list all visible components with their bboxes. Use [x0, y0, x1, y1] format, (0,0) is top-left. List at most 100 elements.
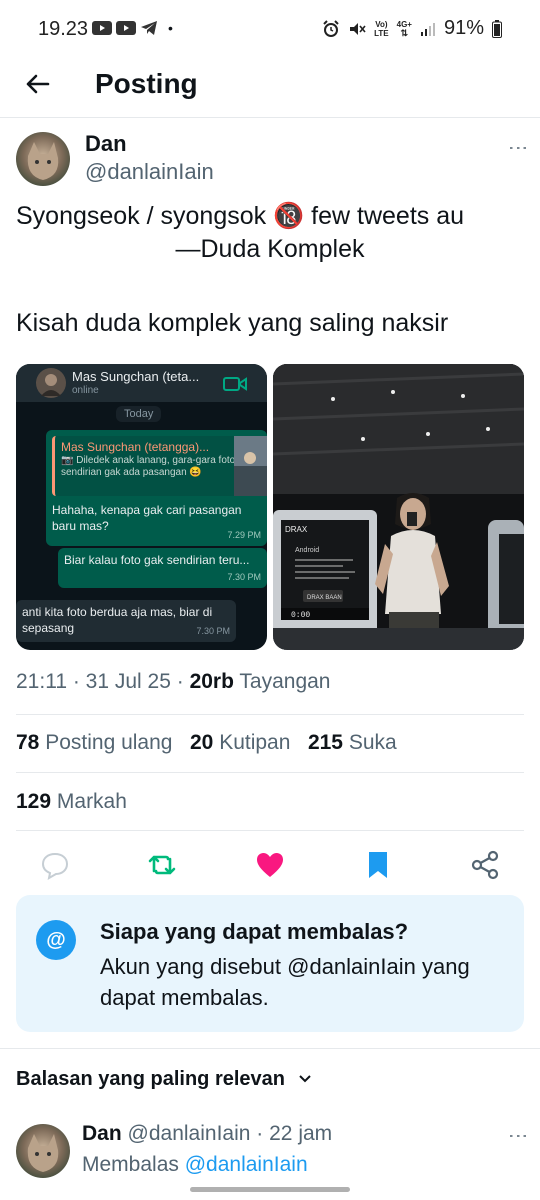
status-dot: • [168, 20, 173, 36]
chat-message-2: Biar kalau foto gak sendirian teru... [64, 553, 250, 567]
chat-message-3-time: 7.30 PM [196, 626, 230, 636]
alarm-icon [323, 19, 339, 37]
battery-level: 91% [443, 17, 484, 39]
post-text-line-1: Syongseok / syongsok 🔞 few tweets au [16, 202, 465, 230]
quoted-sender: Mas Sungchan (tetangga)... [61, 440, 210, 454]
chevron-down-icon [298, 1075, 311, 1083]
chat-message-1-time: 7.29 PM [227, 530, 261, 540]
youtube-icon [116, 21, 136, 35]
quotes-stat[interactable]: 20 Kutipan [190, 731, 290, 754]
who-can-reply-title: Siapa yang dapat membalas? [100, 919, 409, 944]
chat-message-3: anti kita foto berdua aja mas, biar di s… [22, 605, 213, 635]
reposts-label: Posting ulang [45, 731, 173, 754]
heart-icon[interactable] [254, 849, 286, 881]
bookmarks-count: 129 [16, 790, 52, 813]
views-label: Tayangan [239, 670, 331, 693]
post-meta: 21:11 · 31 Jul 25 · 20rb Tayangan [16, 670, 331, 693]
status-time: 19.23 [38, 18, 89, 40]
reply-author-handle[interactable]: @danlainIain [128, 1122, 251, 1145]
signal-icon [420, 22, 435, 36]
post-text-line-3: Kisah duda komplek yang saling naksir [16, 309, 449, 337]
reply-age: 22 jam [269, 1122, 333, 1145]
divider [16, 772, 524, 773]
engagement-stats: 78 Posting ulang 20 Kutipan 215 Suka [16, 731, 397, 755]
bookmarks-label: Markah [56, 790, 127, 813]
status-bar: 19.23 • Vo) LTE 4G+ ⇅ 91% [0, 0, 540, 60]
reply-more-options-icon[interactable]: ⋮ [506, 1126, 530, 1144]
contact-avatar [36, 368, 66, 398]
divider [16, 714, 524, 715]
mute-icon [350, 22, 366, 35]
back-arrow-icon[interactable] [22, 68, 54, 100]
likes-label: Suka [348, 731, 397, 754]
reply-header: Dan @danlainIain · 22 jam [82, 1122, 332, 1146]
replies-sort-label: Balasan yang paling relevan [16, 1068, 285, 1090]
author-name[interactable]: Dan [85, 131, 127, 157]
system-status: Vo) LTE 4G+ ⇅ 91% [322, 17, 502, 40]
post-date: 31 Jul 25 [85, 670, 171, 693]
author-avatar[interactable] [16, 132, 70, 186]
reposts-count: 78 [16, 731, 40, 754]
likes-count: 215 [307, 731, 343, 754]
reply-avatar[interactable] [16, 1124, 70, 1178]
replying-prefix: Membalas [82, 1153, 179, 1176]
reposts-stat[interactable]: 78 Posting ulang [16, 731, 172, 754]
reply-author-name[interactable]: Dan [82, 1122, 122, 1145]
top-app-bar: Posting [0, 60, 540, 116]
youtube-icon [92, 21, 112, 35]
gym-photo: DRAX Android DRAX BAAN 0:00 [273, 364, 524, 650]
replying-to-link[interactable]: @danlainIain [185, 1153, 308, 1176]
divider [16, 830, 524, 831]
battery-icon [492, 19, 502, 38]
views-count: 20rb [189, 670, 234, 693]
volte-top: Vo) [375, 19, 388, 29]
share-icon[interactable] [469, 849, 501, 881]
post-image-gym[interactable]: DRAX Android DRAX BAAN 0:00 [273, 364, 524, 650]
replies-sort-dropdown[interactable]: Balasan yang paling relevan [16, 1068, 313, 1091]
post-text-line-2: —Duda Komplek [175, 235, 365, 263]
volte-indicator: Vo) LTE [374, 20, 389, 38]
chat-date-chip: Today [116, 406, 162, 422]
chat-contact-status: online [72, 385, 99, 396]
divider [0, 117, 540, 118]
bookmarks-stat[interactable]: 129 Markah [16, 790, 127, 814]
mention-icon: @ [36, 920, 76, 960]
who-can-reply-text: Akun yang disebut @danlainIain yang dapa… [100, 954, 470, 1010]
author-handle[interactable]: @danlainIain [85, 159, 214, 185]
reply-icon[interactable] [39, 849, 71, 881]
gym-screen-app: Android [295, 547, 319, 554]
page-title: Posting [95, 68, 198, 99]
chat-message-2-time: 7.30 PM [227, 572, 261, 582]
chat-bubble-3: anti kita foto berdua aja mas, biar di s… [16, 600, 236, 642]
quotes-label: Kutipan [219, 731, 291, 754]
reply-separator: · [256, 1122, 264, 1145]
bookmark-icon[interactable] [362, 849, 394, 881]
post-image-chat[interactable]: Mas Sungchan (teta... online Today Mas S… [16, 364, 267, 650]
gym-screen-digits: 0:00 [291, 611, 310, 620]
action-bar [0, 845, 540, 885]
repost-icon[interactable] [146, 849, 178, 881]
post-time: 21:11 [16, 670, 67, 693]
gym-screen-button: DRAX BAAN [307, 595, 342, 601]
chat-contact-name: Mas Sungchan (teta... [72, 369, 200, 384]
chat-bubble-reply: Mas Sungchan (tetangga)... 📷 Diledek ana… [46, 430, 267, 546]
volte-bottom: LTE [374, 28, 389, 38]
notification-icons: • [92, 20, 173, 36]
chat-header: Mas Sungchan (teta... online [16, 364, 267, 402]
network-indicator: 4G+ ⇅ [396, 19, 412, 38]
replying-to: Membalas @danlainIain [82, 1153, 308, 1177]
quotes-count: 20 [189, 731, 214, 754]
quoted-text: 📷 Diledek anak lanang, gara-gara foto se… [61, 455, 236, 478]
video-call-icon [223, 377, 247, 391]
gym-screen-brand: DRAX [285, 525, 308, 534]
home-indicator[interactable] [190, 1187, 350, 1192]
chat-bubble-2: Biar kalau foto gak sendirian teru... 7.… [58, 548, 267, 588]
telegram-icon [141, 21, 157, 35]
chat-message-1: Hahaha, kenapa gak cari pasangan baru ma… [52, 503, 242, 533]
quoted-thumbnail [234, 436, 267, 496]
likes-stat[interactable]: 215 Suka [308, 731, 397, 754]
more-options-icon[interactable]: ⋮ [506, 138, 530, 156]
who-can-reply-box: @ Siapa yang dapat membalas? Akun yang d… [16, 895, 524, 1032]
divider [0, 1048, 540, 1049]
quoted-caption: Diledek anak lanang, gara-gara foto send… [61, 455, 236, 478]
